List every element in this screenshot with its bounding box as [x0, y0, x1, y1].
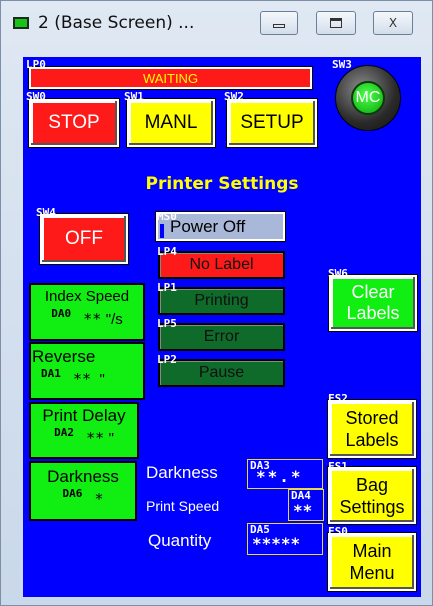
page-title: Printer Settings [145, 174, 299, 194]
clear-labels-line1: Clear [351, 282, 395, 302]
darkness-label: Darkness [47, 467, 119, 486]
power-status-text: Power Off [170, 216, 246, 236]
close-button[interactable]: X [373, 11, 413, 35]
maximize-button[interactable] [316, 11, 356, 35]
pause-indicator: Pause [158, 359, 285, 387]
indicator-tag: LP2 [157, 353, 177, 366]
darkness-display: DA3 **.* [247, 459, 323, 489]
print-speed-readout-label: Print Speed [146, 498, 220, 514]
main-menu-tag: FS0 [328, 525, 348, 538]
stored-labels-line2: Labels [345, 430, 399, 450]
close-icon: X [388, 16, 398, 30]
print-speed-display: DA4 ** [288, 489, 324, 521]
reverse-readout: DA1 ** " [41, 367, 105, 389]
setup-button-tag: SW2 [224, 90, 244, 103]
title-bar[interactable]: 2 (Base Screen) ... X [1, 1, 432, 45]
clear-labels-button[interactable]: Clear Labels [329, 275, 417, 331]
manual-button-label: MANL [144, 112, 198, 133]
print-delay-tag: DA2 [54, 426, 74, 439]
reverse-panel: Reverse DA1 ** " [29, 342, 145, 400]
no-label-indicator-text: No Label [189, 256, 254, 273]
darkness-value: * [94, 490, 104, 508]
stored-labels-tag: FS2 [328, 392, 348, 405]
bag-settings-tag: FS1 [328, 460, 348, 473]
printing-indicator-text: Printing [194, 292, 249, 309]
mc-button[interactable]: MC [335, 65, 401, 131]
index-speed-value: ** [83, 310, 102, 328]
mc-button-label: MC [355, 89, 381, 106]
main-menu-line2: Menu [349, 563, 395, 583]
minimize-button[interactable] [260, 11, 298, 35]
manual-button[interactable]: MANL [127, 99, 215, 147]
maximize-icon [330, 18, 342, 28]
stored-labels-line1: Stored [345, 408, 399, 428]
darkness-readout: DA6 * [62, 487, 104, 509]
quantity-display-value: ***** [252, 534, 301, 553]
reverse-value: ** [73, 370, 92, 388]
mc-button-cap: MC [351, 81, 385, 115]
bag-settings-button[interactable]: Bag Settings [328, 467, 416, 524]
stop-button-label: STOP [48, 112, 100, 133]
print-delay-unit: " [108, 430, 114, 447]
setup-button[interactable]: SETUP [227, 99, 317, 147]
index-speed-readout: DA0 ** "/s [51, 307, 123, 329]
print-delay-value: ** [86, 429, 105, 447]
print-speed-display-tag: DA4 [291, 489, 311, 502]
index-speed-unit: "/s [105, 311, 123, 328]
indicator-tag: LP1 [157, 281, 177, 294]
quantity-display-tag: DA5 [250, 523, 270, 536]
quantity-display: DA5 ***** [247, 523, 323, 555]
darkness-display-tag: DA3 [250, 459, 270, 472]
clear-labels-tag: SW6 [328, 267, 348, 280]
bag-settings-line1: Bag [355, 474, 389, 495]
quantity-readout-label: Quantity [148, 531, 212, 550]
power-off-button-label: OFF [65, 228, 103, 249]
setup-button-label: SETUP [240, 112, 304, 133]
reverse-label: Reverse [32, 347, 96, 366]
darkness-tag: DA6 [62, 487, 83, 500]
stop-button[interactable]: STOP [29, 99, 119, 147]
bag-settings-line2: Settings [339, 496, 405, 517]
stored-labels-button[interactable]: Stored Labels [328, 400, 416, 458]
indicator-tag: LP4 [157, 245, 177, 258]
pause-indicator-text: Pause [198, 364, 245, 381]
error-indicator-text: Error [203, 328, 240, 345]
power-off-button[interactable]: OFF [40, 214, 128, 264]
print-delay-label: Print Delay [42, 406, 126, 425]
darkness-panel: Darkness DA6 * [29, 461, 137, 521]
error-indicator: Error [158, 323, 285, 351]
main-menu-button[interactable]: Main Menu [328, 533, 416, 591]
print-delay-readout: DA2 ** " [54, 426, 114, 448]
power-status-marker [160, 223, 164, 238]
window-title: 2 (Base Screen) ... [38, 13, 195, 33]
print-delay-panel: Print Delay DA2 ** " [29, 402, 139, 459]
status-lamp-tag: LP0 [26, 58, 46, 71]
status-lamp: WAITING [28, 66, 313, 90]
darkness-readout-label: Darkness [146, 463, 218, 482]
power-status-tag: MS0 [157, 210, 177, 223]
print-speed-display-value: ** [293, 501, 313, 520]
index-speed-label: Index Speed [44, 288, 130, 305]
index-speed-panel: Index Speed DA0 ** "/s [29, 283, 145, 341]
application-window: 2 (Base Screen) ... X LP0 WAITING SW0 ST… [0, 0, 433, 606]
stop-button-tag: SW0 [26, 90, 46, 103]
reverse-tag: DA1 [41, 367, 61, 380]
index-speed-tag: DA0 [51, 307, 72, 320]
minimize-icon [273, 24, 285, 28]
no-label-indicator: No Label [158, 251, 285, 279]
main-menu-line1: Main [352, 541, 392, 561]
hmi-panel: LP0 WAITING SW0 STOP SW1 MANL SW2 SETUP … [23, 57, 421, 597]
indicator-tag: LP5 [157, 317, 177, 330]
printing-indicator: Printing [158, 287, 285, 315]
app-icon [13, 17, 29, 29]
reverse-unit: " [99, 371, 105, 388]
mc-button-tag: SW3 [332, 58, 352, 71]
off-button-tag: SW4 [36, 206, 56, 219]
clear-labels-line2: Labels [346, 303, 400, 323]
status-lamp-text: WAITING [142, 70, 199, 86]
manual-button-tag: SW1 [124, 90, 144, 103]
